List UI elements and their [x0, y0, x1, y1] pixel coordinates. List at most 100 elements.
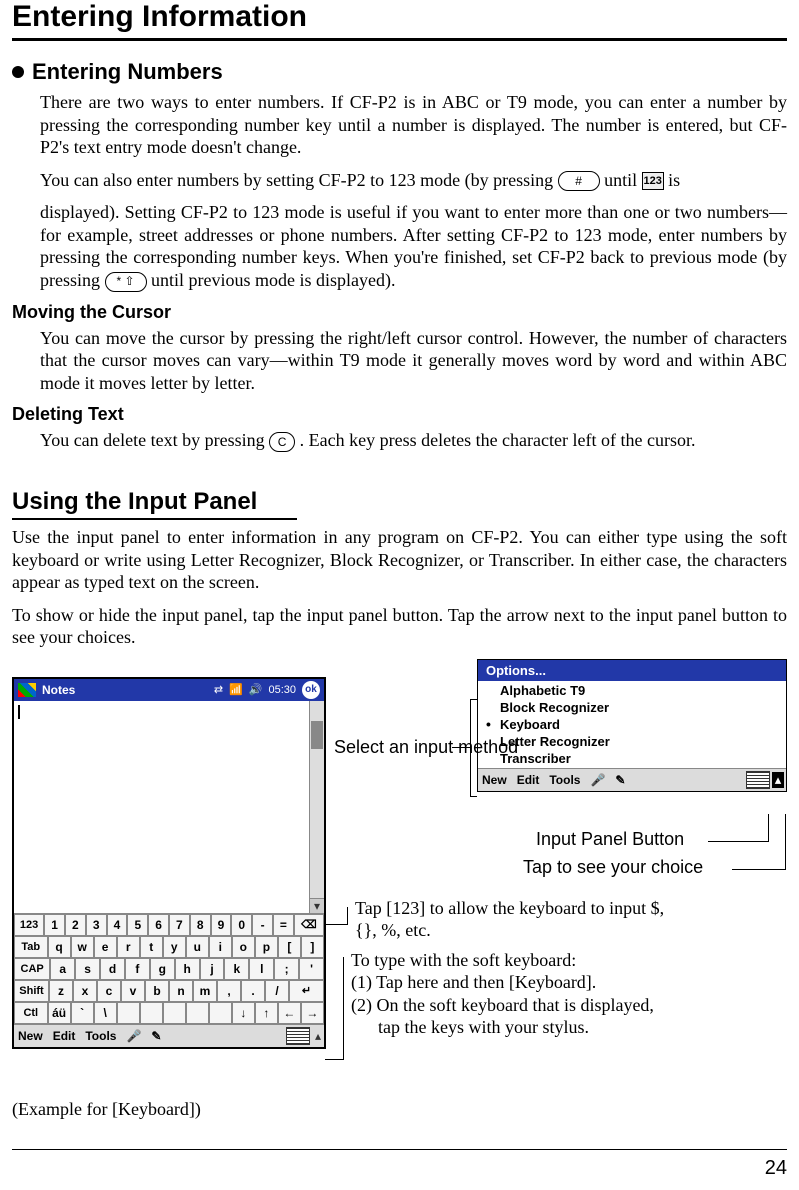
key-space[interactable]	[117, 1002, 140, 1024]
key-123[interactable]: 123	[14, 914, 44, 936]
callout-leader	[347, 907, 348, 925]
input-panel-button-icon[interactable]	[286, 1027, 310, 1045]
menu-tools[interactable]: Tools	[549, 773, 580, 787]
options-title[interactable]: Options...	[478, 660, 786, 681]
option-block-recognizer[interactable]: Block Recognizer	[478, 699, 786, 716]
key-Shift[interactable]: Shift	[14, 980, 49, 1002]
key-i[interactable]: i	[209, 936, 232, 958]
menu-new[interactable]: New	[18, 1029, 43, 1043]
signal-icon[interactable]: 📶	[229, 683, 243, 696]
speaker-icon[interactable]: 🔊	[249, 683, 263, 696]
option-keyboard[interactable]: Keyboard	[478, 716, 786, 733]
key-l[interactable]: l	[249, 958, 274, 980]
key-b[interactable]: b	[145, 980, 169, 1002]
key-v[interactable]: v	[121, 980, 145, 1002]
menu-edit[interactable]: Edit	[53, 1029, 76, 1043]
key-][interactable]: ]	[301, 936, 324, 958]
key-n[interactable]: n	[169, 980, 193, 1002]
key-m[interactable]: m	[193, 980, 217, 1002]
key-space[interactable]	[140, 1002, 163, 1024]
key-f[interactable]: f	[125, 958, 150, 980]
key--[interactable]: -	[252, 914, 273, 936]
text: You can delete text by pressing	[40, 430, 269, 450]
key-`[interactable]: `	[71, 1002, 94, 1024]
key-o[interactable]: o	[232, 936, 255, 958]
key-s[interactable]: s	[75, 958, 100, 980]
scrollbar[interactable]: ▾	[309, 701, 324, 913]
key-space[interactable]	[209, 1002, 232, 1024]
menu-pen-icon[interactable]: ✎	[151, 1029, 161, 1043]
key-5[interactable]: 5	[127, 914, 148, 936]
key-/[interactable]: /	[265, 980, 289, 1002]
menu-mic-icon[interactable]: 🎤	[126, 1029, 141, 1043]
key-space[interactable]	[186, 1002, 209, 1024]
mode-123-indicator-icon: 123	[642, 172, 664, 190]
key-y[interactable]: y	[163, 936, 186, 958]
key-⌫[interactable]: ⌫	[294, 914, 324, 936]
input-panel-button-icon[interactable]	[746, 771, 770, 789]
key-3[interactable]: 3	[86, 914, 107, 936]
menu-edit[interactable]: Edit	[517, 773, 540, 787]
key-.[interactable]: .	[241, 980, 265, 1002]
key-x[interactable]: x	[73, 980, 97, 1002]
key-e[interactable]: e	[94, 936, 117, 958]
key-z[interactable]: z	[49, 980, 73, 1002]
key-7[interactable]: 7	[169, 914, 190, 936]
ok-button[interactable]: ok	[302, 681, 320, 699]
key-↑[interactable]: ↑	[255, 1002, 278, 1024]
key-6[interactable]: 6	[148, 914, 169, 936]
key-\[interactable]: \	[94, 1002, 117, 1024]
key-p[interactable]: p	[255, 936, 278, 958]
key-↵[interactable]: ↵	[289, 980, 324, 1002]
paragraph: displayed). Setting CF-P2 to 123 mode is…	[40, 201, 787, 291]
key-u[interactable]: u	[186, 936, 209, 958]
option-transcriber[interactable]: Transcriber	[478, 750, 786, 767]
key-Tab[interactable]: Tab	[14, 936, 48, 958]
option-letter-recognizer[interactable]: Letter Recognizer	[478, 733, 786, 750]
key-c[interactable]: c	[97, 980, 121, 1002]
key-d[interactable]: d	[100, 958, 125, 980]
key-a[interactable]: a	[50, 958, 75, 980]
key-q[interactable]: q	[48, 936, 71, 958]
text: You can also enter numbers by setting CF…	[40, 170, 558, 190]
key-r[interactable]: r	[117, 936, 140, 958]
callout-leader	[325, 924, 347, 925]
key-space[interactable]	[163, 1002, 186, 1024]
key-h[interactable]: h	[175, 958, 200, 980]
key-2[interactable]: 2	[65, 914, 86, 936]
key-←[interactable]: ←	[278, 1002, 301, 1024]
key-0[interactable]: 0	[231, 914, 252, 936]
menu-pen-icon[interactable]: ✎	[615, 773, 625, 787]
key-t[interactable]: t	[140, 936, 163, 958]
option-alphabetic-t9[interactable]: Alphabetic T9	[478, 682, 786, 699]
scroll-down-icon[interactable]: ▾	[310, 898, 324, 913]
menu-mic-icon[interactable]: 🎤	[590, 773, 605, 787]
key-↓[interactable]: ↓	[232, 1002, 255, 1024]
key-9[interactable]: 9	[211, 914, 232, 936]
key-=[interactable]: =	[273, 914, 294, 936]
key-'[interactable]: '	[299, 958, 324, 980]
key-Ctl[interactable]: Ctl	[14, 1002, 48, 1024]
key-4[interactable]: 4	[107, 914, 128, 936]
scroll-thumb[interactable]	[311, 721, 323, 749]
key-k[interactable]: k	[224, 958, 249, 980]
input-panel-arrow-icon[interactable]: ▴	[312, 1029, 324, 1043]
key-[[interactable]: [	[278, 936, 301, 958]
key-;[interactable]: ;	[274, 958, 299, 980]
callout-leader	[708, 841, 768, 842]
key-,[interactable]: ,	[217, 980, 241, 1002]
key-j[interactable]: j	[200, 958, 225, 980]
key-→[interactable]: →	[301, 1002, 324, 1024]
start-flag-icon[interactable]	[18, 683, 36, 697]
menu-new[interactable]: New	[482, 773, 507, 787]
input-panel-arrow-icon[interactable]: ▴	[772, 772, 784, 788]
key-w[interactable]: w	[71, 936, 94, 958]
key-8[interactable]: 8	[190, 914, 211, 936]
key-áü[interactable]: áü	[48, 1002, 71, 1024]
key-1[interactable]: 1	[44, 914, 65, 936]
notes-canvas[interactable]: ▾	[14, 701, 324, 913]
key-g[interactable]: g	[150, 958, 175, 980]
connectivity-icon[interactable]: ⇄	[214, 683, 223, 696]
key-CAP[interactable]: CAP	[14, 958, 50, 980]
menu-tools[interactable]: Tools	[85, 1029, 116, 1043]
